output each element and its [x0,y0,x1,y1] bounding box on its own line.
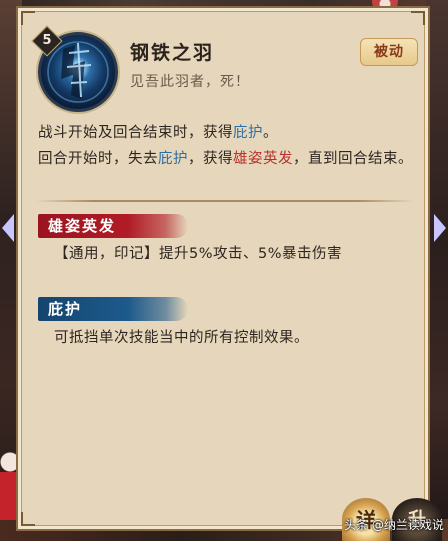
skill-quote: 见吾此羽者，死！ [130,74,250,90]
skill-name: 钢铁之羽 [130,42,215,64]
panel-corner [21,11,35,25]
watermark: 头条 @纳兰读戏说 [344,518,444,532]
skill-level: 5 [42,33,52,48]
keyword-tag-shelter: 庇护 [38,297,188,321]
keyword-heroic[interactable]: 雄姿英发 [233,151,293,167]
description-line-1: 战斗开始及回合结束时，获得庇护。 [38,125,278,141]
keyword-description-shelter: 可抵挡单次技能当中的所有控制效果。 [54,330,309,346]
keyword-shelter[interactable]: 庇护 [233,125,263,141]
skill-description: 战斗开始及回合结束时，获得庇护。 回合开始时，失去庇护，获得雄姿英发，直到回合结… [38,120,418,172]
description-line-2: 回合开始时，失去庇护，获得雄姿英发，直到回合结束。 [38,151,413,167]
previous-arrow-icon[interactable] [2,214,14,242]
section-divider [36,200,414,202]
keyword-shelter[interactable]: 庇护 [158,151,188,167]
panel-corner [21,512,35,526]
skill-type-badge: 被动 [360,38,418,66]
panel-corner [411,11,425,25]
next-arrow-icon[interactable] [434,214,446,242]
keyword-tag-heroic: 雄姿英发 [38,214,188,238]
skill-detail-panel: 5 钢铁之羽 见吾此羽者，死！ 被动 战斗开始及回合结束时，获得庇护。 回合开始… [16,6,430,531]
keyword-description-heroic: 【通用，印记】提升5%攻击、5%暴击伤害 [54,246,343,262]
